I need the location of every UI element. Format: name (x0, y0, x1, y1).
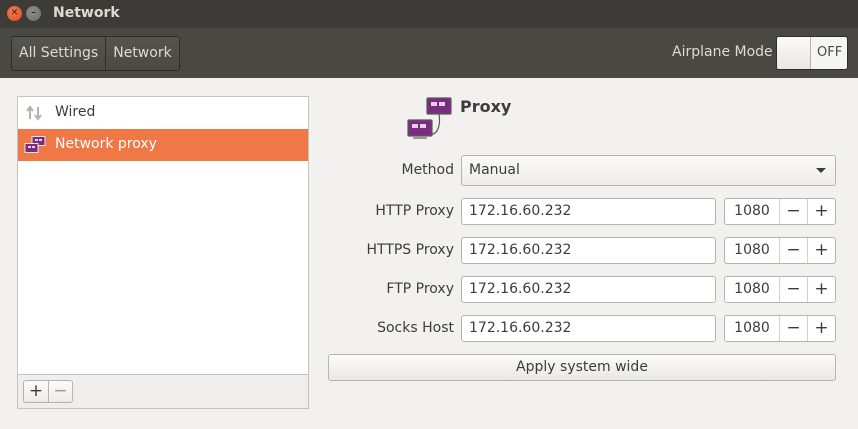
network-breadcrumb-button[interactable]: Network (105, 37, 178, 70)
increment-button[interactable]: + (807, 277, 835, 302)
host-value: 172.16.60.232 (469, 320, 572, 336)
connection-list: Wired Network proxy + − (17, 96, 309, 409)
increment-button[interactable]: + (807, 316, 835, 341)
ftp-proxy-host-field[interactable]: 172.16.60.232 (461, 276, 716, 303)
chevron-down-icon (816, 168, 826, 173)
sidebar-item-label: Network proxy (55, 136, 157, 152)
decrement-button[interactable]: − (779, 277, 807, 302)
port-value[interactable]: 1080 (725, 320, 779, 336)
switch-state-text: OFF (817, 45, 843, 60)
decrement-button[interactable]: − (779, 199, 807, 224)
window-title: Network (53, 5, 120, 21)
ftp-proxy-port-stepper[interactable]: 1080 − + (724, 276, 836, 303)
http-proxy-label: HTTP Proxy (375, 203, 454, 219)
sidebar-item-network-proxy[interactable]: Network proxy (18, 129, 308, 161)
list-toolbar: + − (18, 374, 308, 408)
add-connection-button[interactable]: + (24, 381, 48, 402)
header-toolbar: All Settings Network Airplane Mode OFF (0, 28, 858, 78)
wired-network-icon (26, 105, 42, 121)
http-proxy-port-stepper[interactable]: 1080 − + (724, 198, 836, 225)
port-value[interactable]: 1080 (725, 242, 779, 258)
airplane-mode-label: Airplane Mode (672, 44, 773, 60)
switch-knob[interactable] (777, 37, 811, 69)
sidebar-item-label: Wired (55, 104, 96, 120)
https-proxy-port-stepper[interactable]: 1080 − + (724, 237, 836, 264)
host-value: 172.16.60.232 (469, 281, 572, 297)
network-proxy-icon (407, 97, 452, 139)
decrement-button[interactable]: − (779, 316, 807, 341)
port-value[interactable]: 1080 (725, 281, 779, 297)
socks-host-port-stepper[interactable]: 1080 − + (724, 315, 836, 342)
socks-host-label: Socks Host (377, 320, 454, 336)
increment-button[interactable]: + (807, 199, 835, 224)
https-proxy-host-field[interactable]: 172.16.60.232 (461, 237, 716, 264)
https-proxy-label: HTTPS Proxy (366, 242, 454, 258)
close-window-button[interactable]: ✕ (7, 6, 22, 21)
sidebar-item-wired[interactable]: Wired (18, 97, 308, 129)
increment-button[interactable]: + (807, 238, 835, 263)
airplane-mode-switch[interactable]: OFF (776, 36, 848, 70)
remove-connection-button[interactable]: − (48, 381, 72, 402)
page-title: Proxy (460, 97, 512, 116)
method-select[interactable]: Manual (461, 155, 836, 186)
apply-system-wide-button[interactable]: Apply system wide (328, 354, 836, 381)
add-remove-group: + − (23, 380, 73, 403)
decrement-button[interactable]: − (779, 238, 807, 263)
host-value: 172.16.60.232 (469, 242, 572, 258)
socks-host-field[interactable]: 172.16.60.232 (461, 315, 716, 342)
host-value: 172.16.60.232 (469, 203, 572, 219)
method-label: Method (401, 162, 454, 178)
title-bar: ✕ – Network (0, 0, 858, 28)
http-proxy-host-field[interactable]: 172.16.60.232 (461, 198, 716, 225)
all-settings-button[interactable]: All Settings (12, 37, 105, 70)
method-value: Manual (469, 162, 520, 178)
ftp-proxy-label: FTP Proxy (386, 281, 454, 297)
port-value[interactable]: 1080 (725, 203, 779, 219)
minimize-window-button[interactable]: – (26, 6, 41, 21)
breadcrumb: All Settings Network (11, 36, 180, 71)
network-proxy-icon (24, 136, 46, 153)
